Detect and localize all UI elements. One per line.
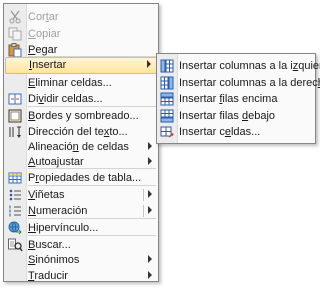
submenu-item-insertar-columnas-a-la-izquierda[interactable]: Insertar columnas a la izquierda [157,58,320,74]
submenu-item-insertar-celdas[interactable]: Insertar celdas... [157,124,315,140]
menu-item-pegar[interactable]: Pegar [4,42,158,58]
menu-item-label: Propiedades de tabla... [28,172,142,184]
menu-item-label: Insertar columnas a la derecha [179,77,320,89]
menu-item-label: Bordes y sombreado... [28,110,139,122]
menu-item-label: Dirección del texto... [28,126,128,138]
menu-item-label: Copiar [28,28,61,40]
menu-item-propiedades-de-tabla[interactable]: Propiedades de tabla... [4,170,158,186]
split-button-divider [143,205,144,217]
hyperlink-icon [7,220,23,236]
menu-item-insertar[interactable]: Insertar [5,57,157,74]
submenu-item-insertar-columnas-a-la-derecha[interactable]: Insertar columnas a la derecha [157,75,320,91]
table-context-menu: Cortar Copiar Pegar Insertar Eliminar celdas… [3,3,159,282]
menu-item-autoajustar[interactable]: Autoajustar [4,154,158,170]
menu-item-direccion-del-texto[interactable]: Dirección del texto... [4,124,158,140]
submenu-arrow-icon [148,142,152,150]
menu-item-label: Buscar... [28,239,71,251]
bullets-icon [7,187,23,203]
menu-item-bordes-y-sombreado[interactable]: Bordes y sombreado... [4,108,158,124]
split-cells-icon [7,91,23,107]
menu-item-copiar[interactable]: Copiar [4,26,158,42]
menu-item-eliminar-celdas[interactable]: Eliminar celdas... [4,75,158,91]
copy-icon [7,26,23,42]
menu-item-hipervinculo[interactable]: Hipervínculo... [4,220,158,236]
insert-columns-right-icon [159,75,175,91]
menu-item-label: Alineación de celdas [28,141,129,153]
submenu-arrow-icon [148,157,152,165]
submenu-arrow-icon [148,206,152,214]
split-button-divider [143,189,144,201]
submenu-arrow-icon [148,190,152,198]
menu-item-label: Eliminar celdas... [28,77,112,89]
menu-item-sinonimos[interactable]: Sinónimos [4,252,158,268]
paste-icon [7,42,23,58]
menu-item-buscar[interactable]: Buscar... [4,237,158,253]
table-properties-icon [7,170,23,186]
menu-item-label: Hipervínculo... [28,222,99,234]
submenu-item-insertar-filas-encima[interactable]: Insertar filas encima [157,91,315,107]
menu-item-label: Traducir [28,270,68,282]
menu-item-label: Insertar [29,59,67,71]
menu-item-vinetas[interactable]: Viñetas [4,187,158,203]
insert-columns-left-icon [159,58,175,74]
menu-item-label: Autoajustar [28,156,84,168]
menu-item-alineacion-de-celdas[interactable]: Alineación de celdas [4,139,158,155]
insert-rows-above-icon [159,91,175,107]
menu-item-label: Viñetas [28,189,65,201]
menu-item-label: Cortar [28,11,59,23]
submenu-arrow-icon [148,255,152,263]
menu-item-dividir-celdas[interactable]: Dividir celdas... [4,91,158,107]
insert-submenu: Insertar columnas a la izquierda Insertar… [156,53,320,144]
insert-cells-icon [159,124,175,140]
borders-shading-icon [7,108,23,124]
research-icon [7,237,23,253]
menu-item-label: Insertar celdas... [179,126,261,138]
scissors-icon [7,9,23,25]
menu-item-traducir[interactable]: Traducir [4,268,158,284]
menu-item-label: Pegar [28,44,58,56]
menu-item-label: Dividir celdas... [28,93,103,105]
menu-item-label: Insertar filas encima [179,93,278,105]
insert-rows-below-icon [159,108,175,124]
submenu-arrow-icon [147,60,151,68]
submenu-item-insertar-filas-debajo[interactable]: Insertar filas debajo [157,108,315,124]
text-direction-icon [7,124,23,140]
menu-item-label: Sinónimos [28,254,80,266]
menu-item-label: Insertar filas debajo [179,110,276,122]
menu-item-label: Numeración [28,205,88,217]
menu-item-numeracion[interactable]: Numeración [4,203,158,219]
menu-item-cortar[interactable]: Cortar [4,9,158,25]
menu-item-label: Insertar columnas a la izquierda [179,60,320,72]
numbering-icon [7,203,23,219]
submenu-arrow-icon [148,271,152,279]
